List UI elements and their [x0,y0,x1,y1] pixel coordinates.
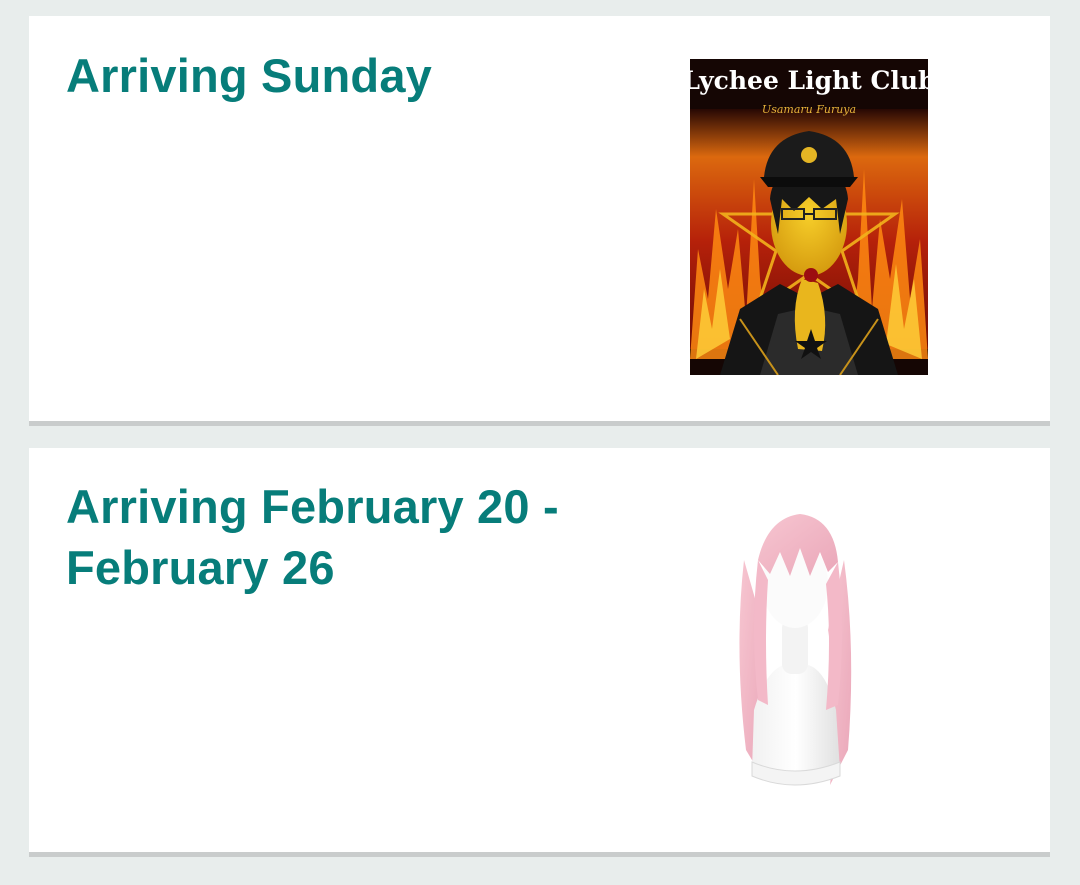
book-cover-title: Lychee Light Club [690,66,928,95]
book-cover-author: Usamaru Furuya [762,103,856,116]
product-image-book-cover[interactable]: Lychee Light Club Usamaru Furuya [690,59,928,375]
order-card[interactable]: Arriving February 20 - February 26 [29,448,1050,857]
order-card[interactable]: Arriving Sunday Lychee Light Club Usamar… [29,16,1050,426]
arrival-date-heading: Arriving February 20 - February 26 [66,480,559,594]
arrival-date-heading: Arriving Sunday [66,49,433,102]
product-image-pink-wig[interactable] [724,500,864,800]
